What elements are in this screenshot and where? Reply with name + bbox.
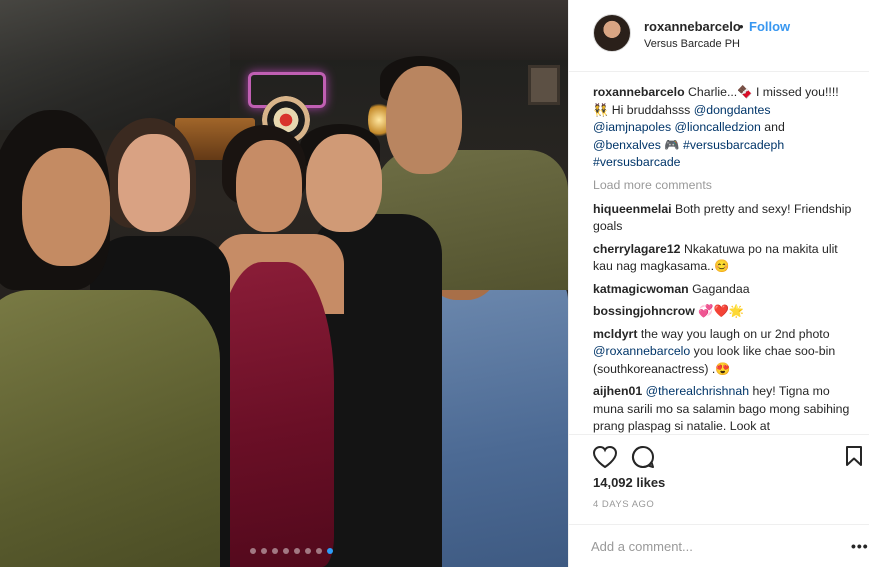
caption-text: Hi bruddahsss xyxy=(608,102,694,117)
avatar[interactable] xyxy=(593,14,631,52)
comment-row: hiqueenmelai Both pretty and sexy! Frien… xyxy=(593,201,855,236)
post-sidebar: roxannebarcelo • Follow Versus Barcade P… xyxy=(568,0,869,567)
post-location[interactable]: Versus Barcade PH xyxy=(644,38,740,50)
post-header: roxannebarcelo • Follow Versus Barcade P… xyxy=(569,0,869,72)
carousel-dot[interactable] xyxy=(250,548,256,554)
game-controller-emoji-icon: 🎮 xyxy=(664,137,680,152)
mention-link[interactable]: @benxalves xyxy=(593,138,661,152)
add-comment-input[interactable] xyxy=(591,536,821,556)
comment-username[interactable]: cherrylagare12 xyxy=(593,242,681,256)
comment-username[interactable]: hiqueenmelai xyxy=(593,202,672,216)
smile-emoji-icon: 😊 xyxy=(714,259,730,273)
comment-row: cherrylagare12 Nkakatuwa po na makita ul… xyxy=(593,241,855,276)
hashtag-link[interactable]: #versusbarcadeph xyxy=(683,138,784,152)
chocolate-emoji-icon: 🍫 xyxy=(737,85,753,99)
carousel-dot[interactable] xyxy=(283,548,289,554)
post-timestamp[interactable]: 4 DAYS AGO xyxy=(593,499,654,510)
mention-link[interactable]: @iamjnapoles xyxy=(593,120,671,134)
caption-text: Charlie... xyxy=(688,85,738,99)
comment-text: the way you laugh on ur 2nd photo xyxy=(640,326,830,341)
carousel-dot[interactable] xyxy=(305,548,311,554)
comment-username[interactable]: aijhen01 xyxy=(593,384,642,398)
hearts-emoji-icon: 💞❤️🌟 xyxy=(698,304,745,318)
mention-link[interactable]: @dongdantes xyxy=(694,103,771,117)
caption-text: and xyxy=(760,120,785,134)
comment-row: mcldyrt the way you laugh on ur 2nd phot… xyxy=(593,326,855,379)
comment-username[interactable]: mcldyrt xyxy=(593,327,637,341)
load-more-comments-button[interactable]: Load more comments xyxy=(593,177,855,194)
mention-link[interactable]: @roxannebarcelo xyxy=(593,344,690,358)
carousel-dot[interactable] xyxy=(294,548,300,554)
heart-eyes-emoji-icon: 😍 xyxy=(715,361,731,376)
carousel-dot[interactable] xyxy=(272,548,278,554)
photo-background-window xyxy=(0,0,230,130)
comment-text: Gagandaa xyxy=(692,281,750,296)
mention-link[interactable]: @lioncalledzion xyxy=(675,120,761,134)
comment-username[interactable]: bossingjohncrow xyxy=(593,304,695,318)
carousel-dot[interactable] xyxy=(327,548,333,554)
comment-icon[interactable] xyxy=(631,445,655,469)
carousel-indicator xyxy=(250,548,333,554)
bookmark-icon[interactable] xyxy=(845,445,863,467)
follow-button[interactable]: Follow xyxy=(749,19,790,34)
caption-username[interactable]: roxannebarcelo xyxy=(593,85,685,99)
comment-row: aijhen01 @therealchrishnah hey! Tigna mo… xyxy=(593,383,855,434)
action-bar xyxy=(569,434,869,474)
header-separator: • xyxy=(739,19,744,34)
dancers-emoji-icon: 👯 xyxy=(593,102,609,117)
post-photo[interactable] xyxy=(0,0,568,567)
hashtag-link[interactable]: #versusbarcade xyxy=(593,155,681,169)
comment-row: katmagicwoman Gagandaa xyxy=(593,281,855,299)
carousel-dot[interactable] xyxy=(261,548,267,554)
comment-username[interactable]: katmagicwoman xyxy=(593,282,689,296)
carousel-dot[interactable] xyxy=(316,548,322,554)
mention-link[interactable]: @therealchrishnah xyxy=(646,384,749,398)
caption: roxannebarcelo Charlie...🍫 I missed you!… xyxy=(593,84,855,172)
caption-text: I missed you!!!! xyxy=(752,85,839,99)
add-comment-bar: ••• xyxy=(569,524,869,567)
photo-wall-frame xyxy=(528,65,560,105)
heart-icon[interactable] xyxy=(592,445,618,469)
comments-section: roxannebarcelo Charlie...🍫 I missed you!… xyxy=(593,84,855,434)
more-options-icon[interactable]: ••• xyxy=(851,539,869,553)
post-username[interactable]: roxannebarcelo xyxy=(644,19,741,34)
comment-row: bossingjohncrow 💞❤️🌟 xyxy=(593,303,855,321)
likes-count[interactable]: 14,092 likes xyxy=(593,475,665,490)
